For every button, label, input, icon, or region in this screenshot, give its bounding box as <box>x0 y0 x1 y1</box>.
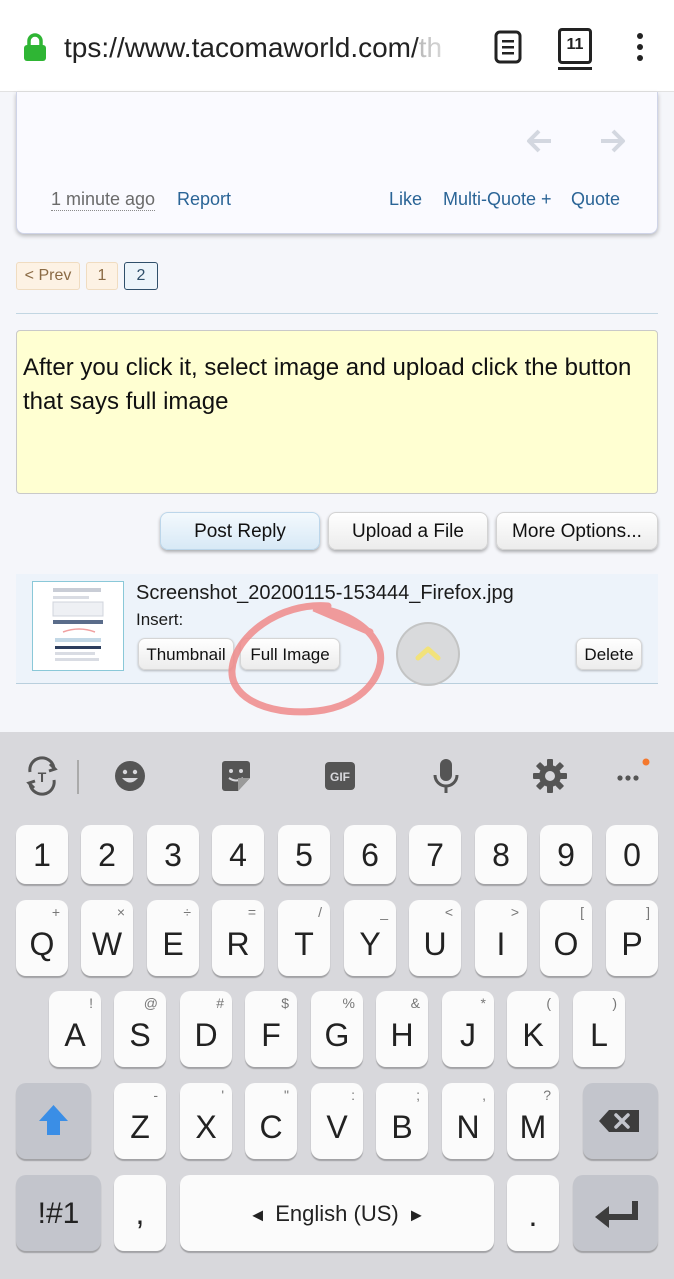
report-link[interactable]: Report <box>177 188 231 210</box>
arrow-left-icon[interactable] <box>525 128 553 154</box>
browser-toolbar: tps://www.tacomaworld.com/th 11 <box>0 0 674 92</box>
key-1[interactable]: 1 <box>16 825 68 884</box>
quote-link[interactable]: Quote <box>571 188 620 210</box>
key-2[interactable]: 2 <box>81 825 133 884</box>
chevron-up-icon <box>415 646 441 661</box>
key-w[interactable]: × W <box>81 900 133 976</box>
post-card: 1 minute ago Report Like Multi-Quote + Q… <box>16 92 658 234</box>
space-key[interactable]: ◀ English (US) ▶ <box>180 1175 494 1251</box>
insert-thumbnail-button[interactable]: Thumbnail <box>138 638 234 670</box>
divider <box>16 313 658 314</box>
comma-key[interactable]: , <box>114 1175 166 1251</box>
key-m[interactable]: ? M <box>507 1083 559 1159</box>
svg-text:GIF: GIF <box>330 770 350 784</box>
insert-label: Insert: <box>136 610 184 629</box>
key-9[interactable]: 9 <box>540 825 592 884</box>
key-p[interactable]: ] P <box>606 900 658 976</box>
space-language-label: English (US) <box>275 1201 399 1226</box>
scroll-to-top-button[interactable] <box>396 622 460 686</box>
key-4[interactable]: 4 <box>212 825 264 884</box>
key-u[interactable]: < U <box>409 900 461 976</box>
key-i[interactable]: > I <box>475 900 527 976</box>
key-r[interactable]: = R <box>212 900 264 976</box>
key-q[interactable]: + Q <box>16 900 68 976</box>
gif-icon[interactable]: GIF <box>320 756 360 796</box>
lock-icon <box>24 33 46 61</box>
shift-arrow-icon <box>39 1105 68 1135</box>
url-field[interactable]: tps://www.tacomaworld.com/th <box>64 30 474 66</box>
language-left-icon: ◀ <box>252 1206 264 1223</box>
emoji-icon[interactable] <box>110 756 150 796</box>
key-6[interactable]: 6 <box>344 825 396 884</box>
delete-attachment-button[interactable]: Delete <box>576 638 642 670</box>
language-right-icon: ▶ <box>410 1206 422 1223</box>
arrow-right-icon[interactable] <box>599 128 627 154</box>
key-3[interactable]: 3 <box>147 825 199 884</box>
key-k[interactable]: (K <box>507 991 559 1067</box>
key-o[interactable]: [O <box>540 900 592 976</box>
key-y[interactable]: _ Y <box>344 900 396 976</box>
attachment-filename: Screenshot_20200115-153444_Firefox.jpg <box>136 582 514 604</box>
url-text: tps://www.tacomaworld.com/ <box>64 32 419 63</box>
shift-key[interactable] <box>16 1083 91 1159</box>
more-icon[interactable] <box>612 756 652 796</box>
backspace-icon <box>599 1110 639 1132</box>
keyboard-toolbar: T GIF <box>0 732 674 818</box>
key-f[interactable]: $ F <box>245 991 297 1067</box>
reader-view-icon[interactable] <box>494 30 522 64</box>
period-key[interactable]: . <box>507 1175 559 1251</box>
url-text-faded: th <box>418 32 443 63</box>
key-s[interactable]: @ S <box>114 991 166 1067</box>
key-8[interactable]: 8 <box>475 825 527 884</box>
key-j[interactable]: * J <box>442 991 494 1067</box>
enter-icon <box>595 1201 638 1228</box>
translate-icon[interactable]: T <box>22 756 62 796</box>
sticker-icon[interactable] <box>216 756 256 796</box>
microphone-icon[interactable] <box>426 756 466 796</box>
pagination-page-2-current[interactable]: 2 <box>124 262 158 290</box>
key-g[interactable]: % G <box>311 991 363 1067</box>
settings-icon[interactable] <box>530 756 570 796</box>
reply-editor[interactable]: After you click it, select image and upl… <box>16 330 658 494</box>
key-v[interactable]: :V <box>311 1083 363 1159</box>
menu-kebab-icon[interactable] <box>630 30 650 66</box>
attachment-thumbnail <box>32 581 124 671</box>
key-n[interactable]: ,N <box>442 1083 494 1159</box>
enter-key[interactable] <box>573 1175 658 1251</box>
like-link[interactable]: Like <box>389 188 422 210</box>
toolbar-separator <box>77 760 79 794</box>
key-a[interactable]: ! A <box>49 991 101 1067</box>
tab-count-button[interactable]: 11 <box>558 28 592 70</box>
post-timestamp[interactable]: 1 minute ago <box>51 188 156 211</box>
more-options-button[interactable]: More Options... <box>496 512 658 550</box>
key-b[interactable]: ; B <box>376 1083 428 1159</box>
key-h[interactable]: & H <box>376 991 428 1067</box>
symbols-key[interactable]: !#1 <box>16 1175 101 1251</box>
backspace-key[interactable] <box>583 1083 658 1159</box>
key-7[interactable]: 7 <box>409 825 461 884</box>
key-x[interactable]: ' X <box>180 1083 232 1159</box>
key-c[interactable]: " C <box>245 1083 297 1159</box>
pagination-prev[interactable]: < Prev <box>16 262 80 290</box>
key-0[interactable]: 0 <box>606 825 658 884</box>
post-reply-button[interactable]: Post Reply <box>160 512 320 550</box>
key-e[interactable]: ÷ E <box>147 900 199 976</box>
key-5[interactable]: 5 <box>278 825 330 884</box>
multi-quote-link[interactable]: Multi-Quote + <box>443 188 552 210</box>
key-l[interactable]: ) L <box>573 991 625 1067</box>
key-z[interactable]: -Z <box>114 1083 166 1159</box>
svg-text:T: T <box>38 769 47 785</box>
pagination-page-1[interactable]: 1 <box>86 262 118 290</box>
upload-file-button[interactable]: Upload a File <box>328 512 488 550</box>
attachment-row: Screenshot_20200115-153444_Firefox.jpg I… <box>16 574 658 686</box>
on-screen-keyboard: T GIF 1 2 3 4 5 6 7 8 9 0 + Q × W ÷ E = … <box>0 732 674 1279</box>
insert-full-image-button[interactable]: Full Image <box>240 638 340 670</box>
key-t[interactable]: / T <box>278 900 330 976</box>
key-d[interactable]: # D <box>180 991 232 1067</box>
